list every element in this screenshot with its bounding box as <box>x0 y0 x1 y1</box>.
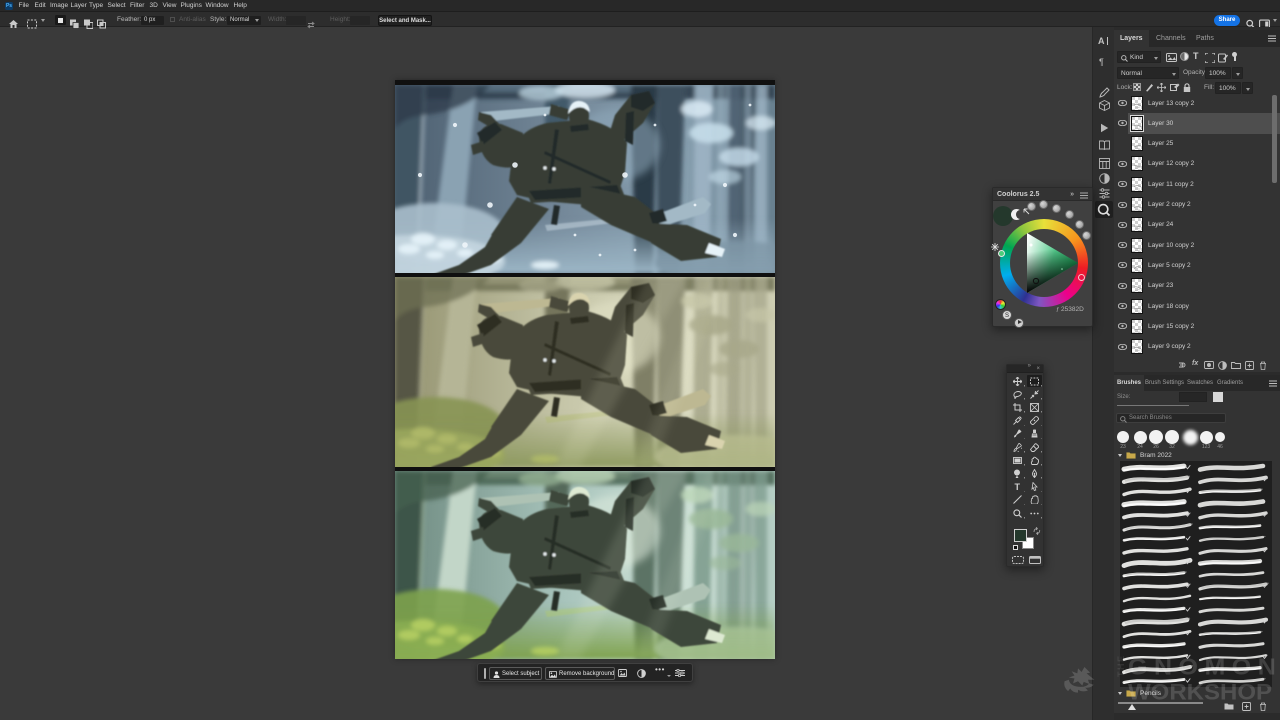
svg-text:T: T <box>1015 482 1021 491</box>
